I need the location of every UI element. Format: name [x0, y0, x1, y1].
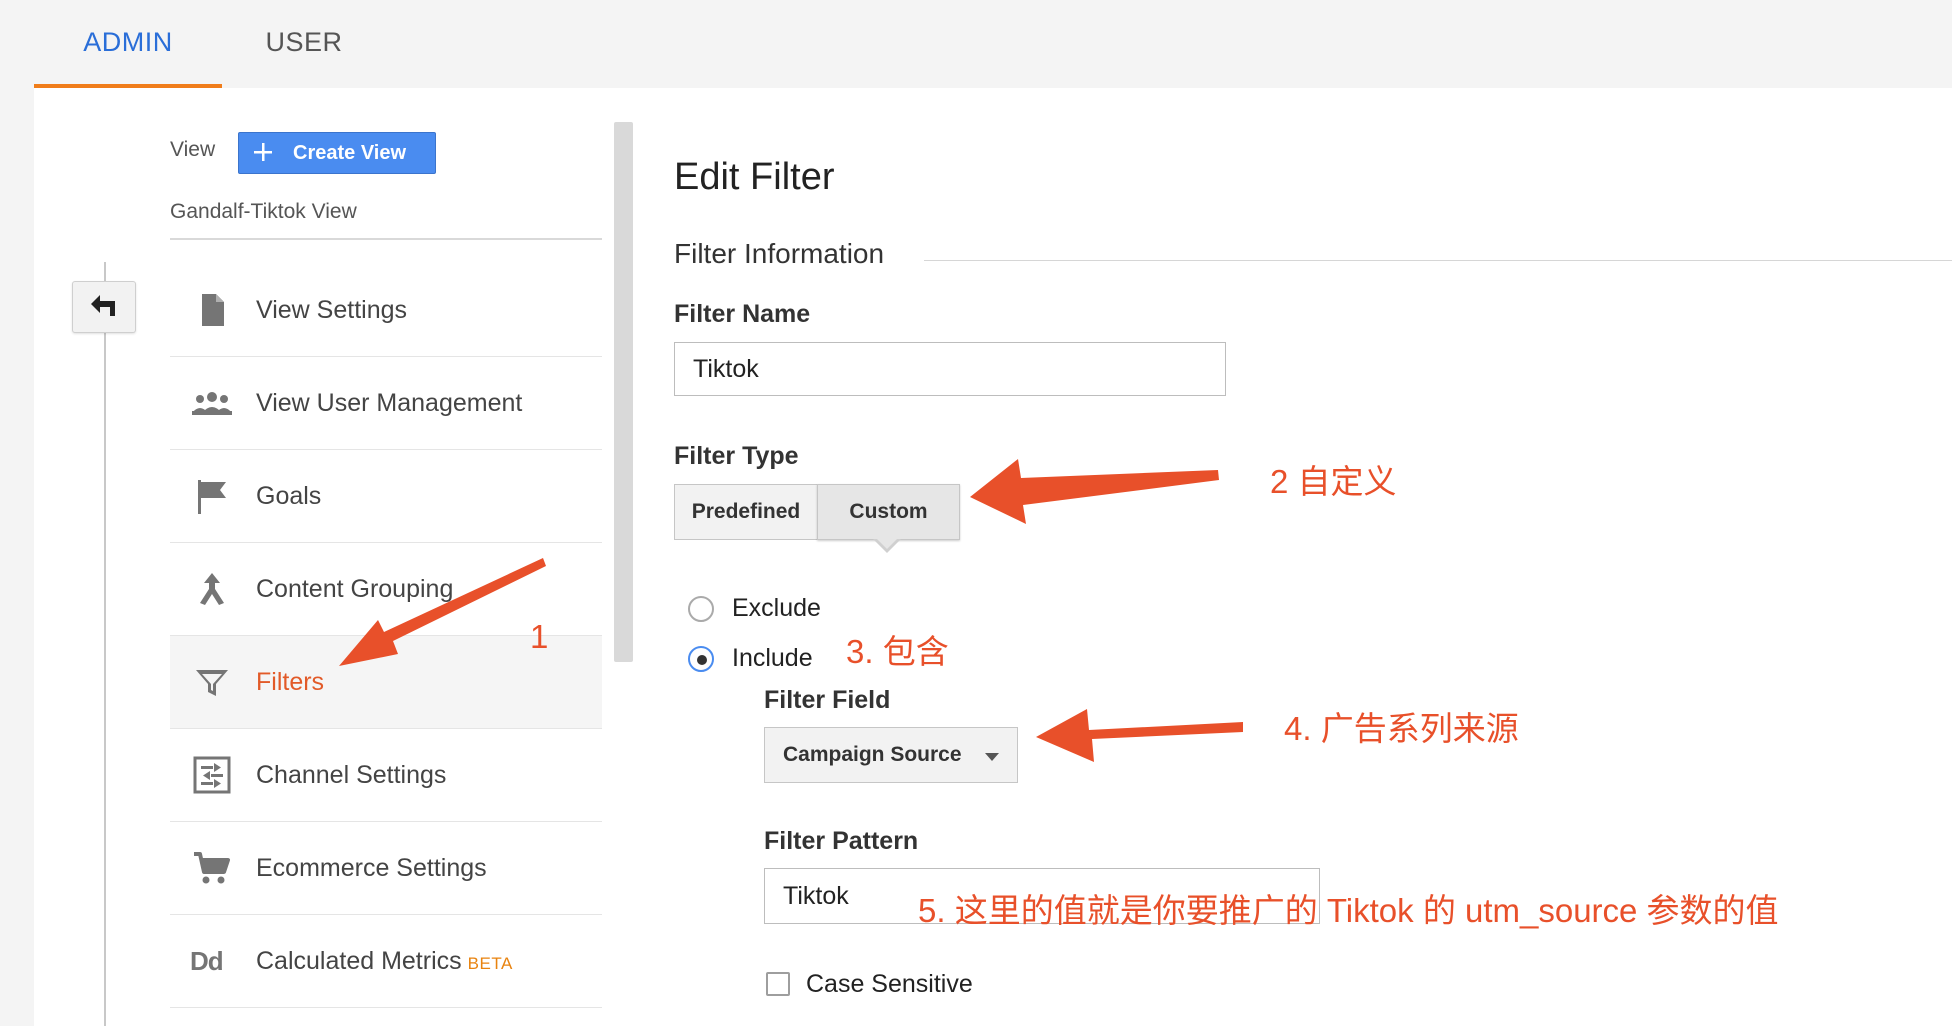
- annotation-step-3: 3. 包含: [846, 633, 949, 670]
- annotation-step-5: 5. 这里的值就是你要推广的 Tiktok 的 utm_source 参数的值: [918, 892, 1779, 929]
- annotation-arrow-4: [1036, 709, 1243, 762]
- annotation-step-1: 1: [530, 618, 549, 655]
- annotation-step-2: 2 自定义: [1270, 463, 1397, 500]
- annotation-step-4: 4. 广告系列来源: [1284, 710, 1519, 747]
- annotation-arrow-1: [339, 558, 546, 666]
- annotation-arrows: [339, 459, 1243, 762]
- annotation-arrow-2: [970, 459, 1219, 524]
